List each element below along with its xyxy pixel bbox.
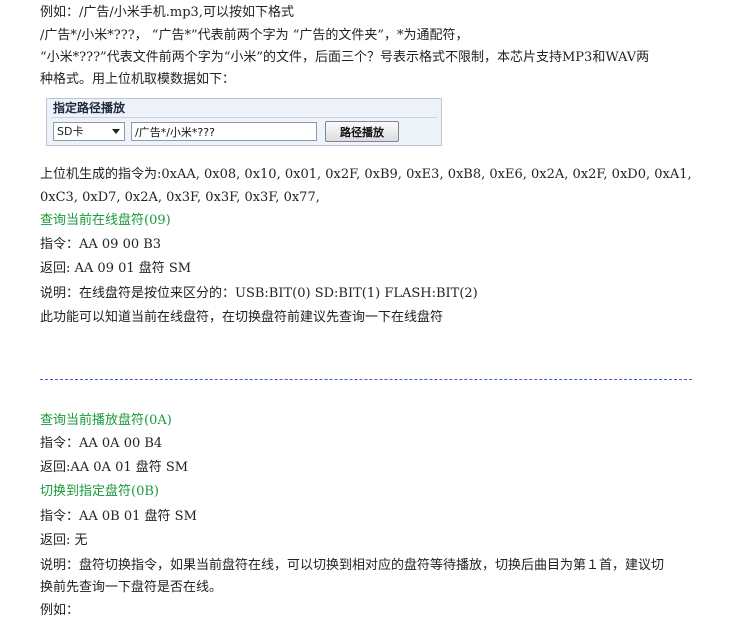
heading-switch-drive: 切换到指定盘符(0B) [40, 484, 159, 499]
path-play-dialog: 指定路径播放 SD卡 路径播放 [46, 98, 442, 146]
dialog-title-rule [51, 117, 437, 118]
intro-line-2: /广告*/小米*???， “广告*”代表前两个字为 “广告的文件夹”，*为通配符… [40, 28, 469, 43]
path-input[interactable] [131, 122, 317, 141]
command-09: 指令：AA 09 00 B3 [40, 237, 162, 252]
heading-query-playing-drive: 查询当前播放盘符(0A) [40, 413, 172, 428]
intro-line-1: 例如：/广告/小米手机.mp3,可以按如下格式 [40, 5, 294, 20]
description-09: 说明：在线盘符是按位来区分的：USB:BIT(0) SD:BIT(1) FLAS… [40, 286, 478, 301]
example-label: 例如： [40, 603, 80, 618]
note-09: 此功能可以知道当前在线盘符，在切换盘符前建议先查询一下在线盘符 [40, 310, 444, 325]
command-0a: 指令：AA 0A 00 B4 [40, 436, 163, 451]
path-play-button[interactable]: 路径播放 [325, 121, 399, 142]
generated-line-1: 上位机生成的指令为:0xAA, 0x08, 0x10, 0x01, 0x2F, … [40, 167, 692, 182]
intro-line-4: 种格式。用上位机取模数据如下： [40, 72, 236, 87]
command-0b: 指令：AA 0B 01 盘符 SM [40, 509, 197, 524]
intro-line-3: “小米*???”代表文件前两个字为“小米”的文件，后面三个？号表示格式不限制，本… [40, 50, 650, 65]
chevron-down-icon [112, 129, 120, 134]
response-0a: 返回:AA 0A 01 盘符 SM [40, 460, 189, 475]
dialog-title: 指定路径播放 [53, 101, 126, 115]
response-09: 返回: AA 09 01 盘符 SM [40, 261, 192, 276]
drive-select-value: SD卡 [57, 125, 84, 138]
drive-select[interactable]: SD卡 [53, 122, 125, 141]
response-0b: 返回: 无 [40, 533, 88, 548]
description-0b-line-1: 说明：盘符切换指令，如果当前盘符在线，可以切换到相对应的盘符等待播放，切换后曲目… [40, 558, 665, 573]
description-0b-line-2: 换前先查询一下盘符是否在线。 [40, 580, 223, 595]
heading-query-online-drive: 查询当前在线盘符(09) [40, 213, 171, 228]
generated-line-2: 0xC3, 0xD7, 0x2A, 0x3F, 0x3F, 0x3F, 0x77… [40, 190, 320, 205]
section-divider [40, 379, 692, 380]
